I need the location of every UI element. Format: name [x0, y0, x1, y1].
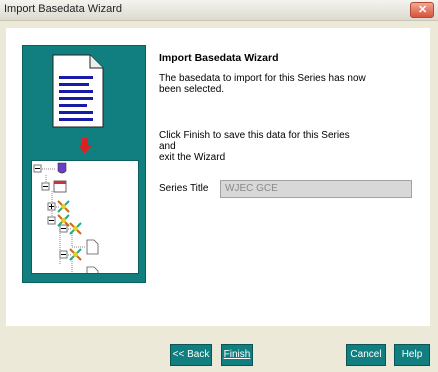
- tree-view: [31, 160, 139, 274]
- info-line-3: Click Finish to save this data for this …: [159, 130, 350, 152]
- close-button[interactable]: ✕: [410, 2, 434, 18]
- cancel-button[interactable]: Cancel: [346, 344, 386, 366]
- wizard-window: Import Basedata Wizard ✕ Import Basedata…: [0, 0, 438, 372]
- info-line-1: The basedata to import for this Series h…: [159, 73, 366, 84]
- info-text-selected: The basedata to import for this Series h…: [159, 73, 369, 95]
- info-line-2: been selected.: [159, 84, 225, 95]
- series-title-label: Series Title: [159, 183, 209, 194]
- wizard-side-graphic: [22, 45, 146, 283]
- close-icon: ✕: [418, 4, 428, 16]
- back-button[interactable]: << Back: [170, 344, 212, 366]
- title-bar: Import Basedata Wizard ✕: [0, 0, 438, 21]
- red-arrow-icon: [78, 138, 92, 154]
- series-title-field: WJEC GCE: [220, 180, 412, 198]
- info-line-4: exit the Wizard: [159, 152, 226, 163]
- finish-button[interactable]: Finish: [221, 344, 253, 366]
- help-button[interactable]: Help: [394, 344, 430, 366]
- wizard-heading: Import Basedata Wizard: [159, 52, 279, 64]
- document-icon: [52, 54, 104, 128]
- window-title: Import Basedata Wizard: [4, 3, 122, 15]
- info-text-finish: Click Finish to save this data for this …: [159, 130, 369, 163]
